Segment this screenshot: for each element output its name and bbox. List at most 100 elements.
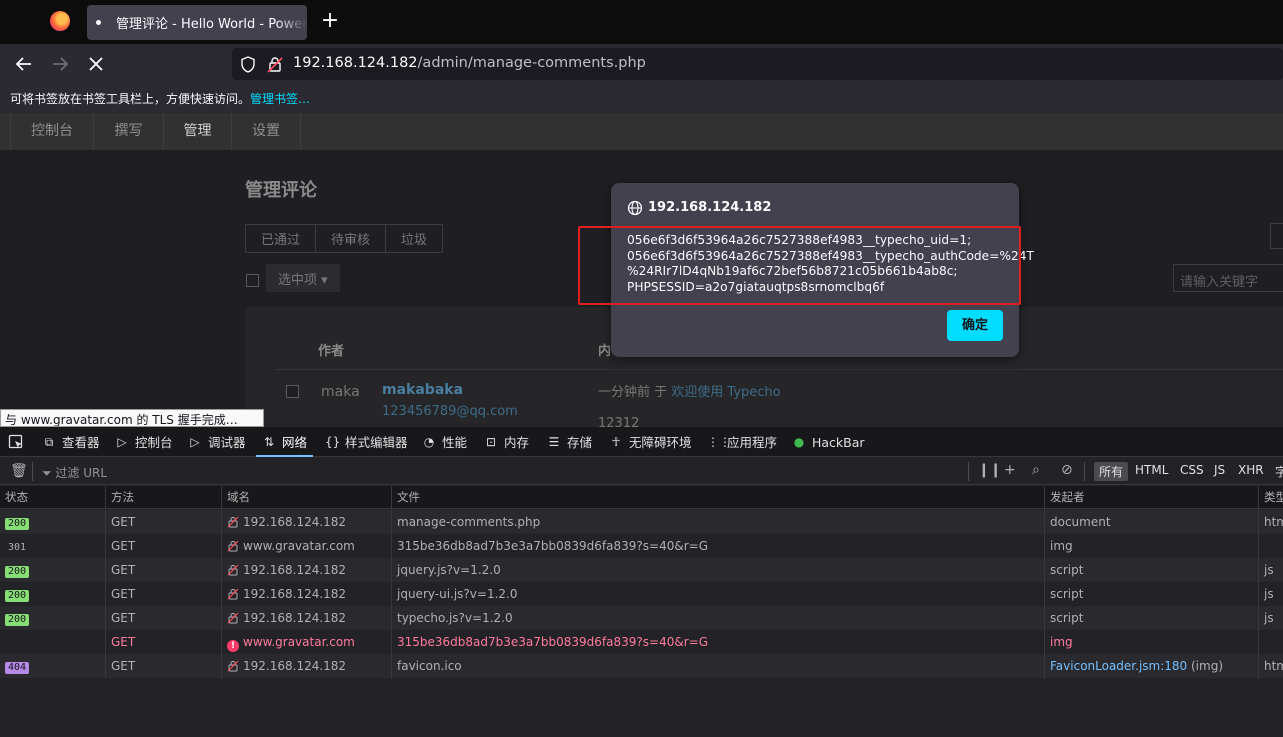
- pause-icon[interactable]: ❙❙: [978, 462, 1001, 478]
- devtools-tab-10[interactable]: ● HackBar: [792, 427, 865, 457]
- cell-domain: 192.168.124.182: [222, 606, 392, 630]
- tab-active[interactable]: 管理评论 - Hello World - Powered by Typecho: [87, 5, 307, 40]
- network-request-row[interactable]: 200 GET 192.168.124.182 jquery.js?v=1.2.0 sc…: [0, 558, 1283, 582]
- devtools-tab-5[interactable]: ◔ 性能: [422, 427, 467, 457]
- cell-domain: ! www.gravatar.com: [222, 630, 392, 654]
- filter-pending[interactable]: 待审核: [316, 225, 387, 252]
- filter-extra-box[interactable]: [1270, 223, 1283, 249]
- new-tab-button[interactable]: +: [319, 10, 341, 34]
- highlight-annotation: [578, 226, 1021, 305]
- devtools-tab-0[interactable]: ⧉ 查看器: [42, 427, 100, 457]
- cell-file: 315be36db8ad7b3e3a7bb0839d6fa839?s=40&r=…: [392, 630, 1045, 654]
- insecure-lock-icon[interactable]: [267, 56, 283, 73]
- insecure-lock-icon: [227, 516, 239, 528]
- initiator-text: img: [1050, 635, 1073, 649]
- col-initiator[interactable]: 发起者: [1045, 486, 1259, 509]
- add-icon[interactable]: +: [1004, 462, 1016, 478]
- comment-meta: 一分钟前 于 欢迎使用 Typecho: [598, 385, 781, 400]
- selected-ops-dropdown[interactable]: 选中项 ▾: [266, 264, 340, 292]
- inspector-icon: ⧉: [44, 435, 54, 449]
- devtools-tab-3[interactable]: ⇅ 网络: [255, 427, 314, 457]
- devtools-tab-6[interactable]: ⊡ 内存: [484, 427, 529, 457]
- type-filter-js[interactable]: JS: [1209, 462, 1230, 478]
- col-method[interactable]: 方法: [106, 486, 222, 509]
- network-request-row[interactable]: GET! www.gravatar.com 315be36db8ad7b3e3a7b…: [0, 630, 1283, 654]
- block-icon[interactable]: ⊘: [1061, 462, 1073, 478]
- type-filter-css[interactable]: CSS: [1175, 462, 1209, 478]
- url-bar[interactable]: 192.168.124.182/admin/manage-comments.ph…: [232, 48, 1283, 80]
- type-filter-xhr[interactable]: XHR: [1233, 462, 1269, 478]
- search-icon[interactable]: ⌕: [1032, 462, 1040, 478]
- network-request-row[interactable]: 200 GET 192.168.124.182 jquery-ui.js?v=1.2.…: [0, 582, 1283, 606]
- cell-method: GET: [106, 630, 222, 654]
- devtools-tab-1[interactable]: ▷ 控制台: [115, 427, 172, 457]
- cell-method: GET: [106, 582, 222, 606]
- globe-icon: [627, 200, 643, 216]
- shield-icon[interactable]: [240, 56, 256, 73]
- cell-initiator: img: [1045, 630, 1259, 654]
- devtools-tab-7[interactable]: ☰ 存储: [547, 427, 592, 457]
- insecure-lock-icon: [227, 564, 239, 576]
- firefox-icon[interactable]: [50, 11, 70, 31]
- cell-type: [1259, 534, 1283, 558]
- storage-icon: ☰: [548, 435, 560, 449]
- search-input[interactable]: 请输入关键字: [1173, 264, 1283, 292]
- stop-icon[interactable]: [84, 52, 108, 76]
- filter-approved[interactable]: 已通过: [246, 225, 317, 252]
- cell-status: 200: [0, 510, 106, 534]
- initiator-text[interactable]: FaviconLoader.jsm:180: [1050, 659, 1187, 673]
- nav-dashboard[interactable]: 控制台: [10, 113, 93, 150]
- comment-post-link[interactable]: 欢迎使用 Typecho: [671, 385, 780, 400]
- devtools-tab-label: 网络: [282, 434, 308, 450]
- accessibility-icon: ☥: [611, 435, 621, 449]
- trash-icon[interactable]: 🗑: [10, 463, 28, 479]
- type-filter-fonts[interactable]: 字: [1270, 462, 1283, 481]
- type-filter-all[interactable]: 所有: [1094, 462, 1129, 481]
- ok-button[interactable]: 确定: [947, 310, 1003, 341]
- url-text[interactable]: 192.168.124.182/admin/manage-comments.ph…: [293, 55, 646, 71]
- type-filter-html[interactable]: HTML: [1130, 462, 1173, 478]
- col-domain[interactable]: 域名: [222, 486, 392, 509]
- pick-element-icon[interactable]: [8, 427, 24, 457]
- col-status[interactable]: 状态: [0, 486, 106, 509]
- nav-write[interactable]: 撰写: [93, 113, 163, 150]
- domain-text: 192.168.124.182: [243, 515, 347, 529]
- domain-text: 192.168.124.182: [243, 611, 347, 625]
- select-all-checkbox[interactable]: [246, 274, 259, 287]
- status-badge: 200: [5, 614, 30, 626]
- comment-checkbox[interactable]: [286, 385, 299, 398]
- back-arrow-icon[interactable]: [12, 52, 36, 76]
- application-icon: ⋮⋮: [707, 435, 731, 449]
- devtools-tab-8[interactable]: ☥ 无障碍环境: [609, 427, 692, 457]
- col-type[interactable]: 类型: [1259, 486, 1283, 509]
- navigation-bar: 192.168.124.182/admin/manage-comments.ph…: [0, 44, 1283, 84]
- col-file[interactable]: 文件: [392, 486, 1045, 509]
- network-request-row[interactable]: 200 GET 192.168.124.182 manage-comments.php…: [0, 510, 1283, 534]
- debugger-icon: ▷: [190, 435, 200, 449]
- status-badge: 301: [8, 542, 27, 553]
- filter-spam[interactable]: 垃圾: [386, 225, 442, 252]
- forward-arrow-icon[interactable]: [48, 52, 72, 76]
- network-request-row[interactable]: 200 GET 192.168.124.182 typecho.js?v=1.2.0 s…: [0, 606, 1283, 630]
- manage-bookmarks-link[interactable]: 管理书签…: [250, 92, 310, 106]
- domain-text: 192.168.124.182: [243, 587, 347, 601]
- filter-url-input[interactable]: ⏷ 过滤 URL: [42, 464, 107, 481]
- comment-author-name[interactable]: makabaka: [382, 382, 463, 398]
- domain-text: 192.168.124.182: [243, 563, 347, 577]
- devtools-tab-9[interactable]: ⋮⋮ 应用程序: [707, 427, 777, 457]
- nav-manage[interactable]: 管理: [163, 113, 231, 150]
- cell-initiator: script: [1045, 582, 1259, 606]
- admin-nav: 控制台 撰写 管理 设置: [0, 113, 1283, 150]
- cell-domain: 192.168.124.182: [222, 510, 392, 534]
- devtools-tab-label: 性能: [442, 434, 468, 450]
- devtools-tab-4[interactable]: {} 样式编辑器: [325, 427, 408, 457]
- cell-initiator: document: [1045, 510, 1259, 534]
- comment-author-email[interactable]: 123456789@qq.com: [382, 404, 518, 419]
- network-request-row[interactable]: 301 GET www.gravatar.com 315be36db8ad7b3e3a…: [0, 534, 1283, 558]
- nav-settings[interactable]: 设置: [231, 113, 301, 150]
- devtools-tab-2[interactable]: ▷ 调试器: [188, 427, 245, 457]
- console-icon: ▷: [117, 435, 127, 449]
- network-toolbar: 🗑 ⏷ 过滤 URL ❙❙ + ⌕ ⊘ 所有 HTML CSS JS XHR 字: [0, 458, 1283, 485]
- cell-domain: 192.168.124.182: [222, 558, 392, 582]
- network-request-row[interactable]: 404 GET 192.168.124.182 favicon.ico FaviconL…: [0, 654, 1283, 678]
